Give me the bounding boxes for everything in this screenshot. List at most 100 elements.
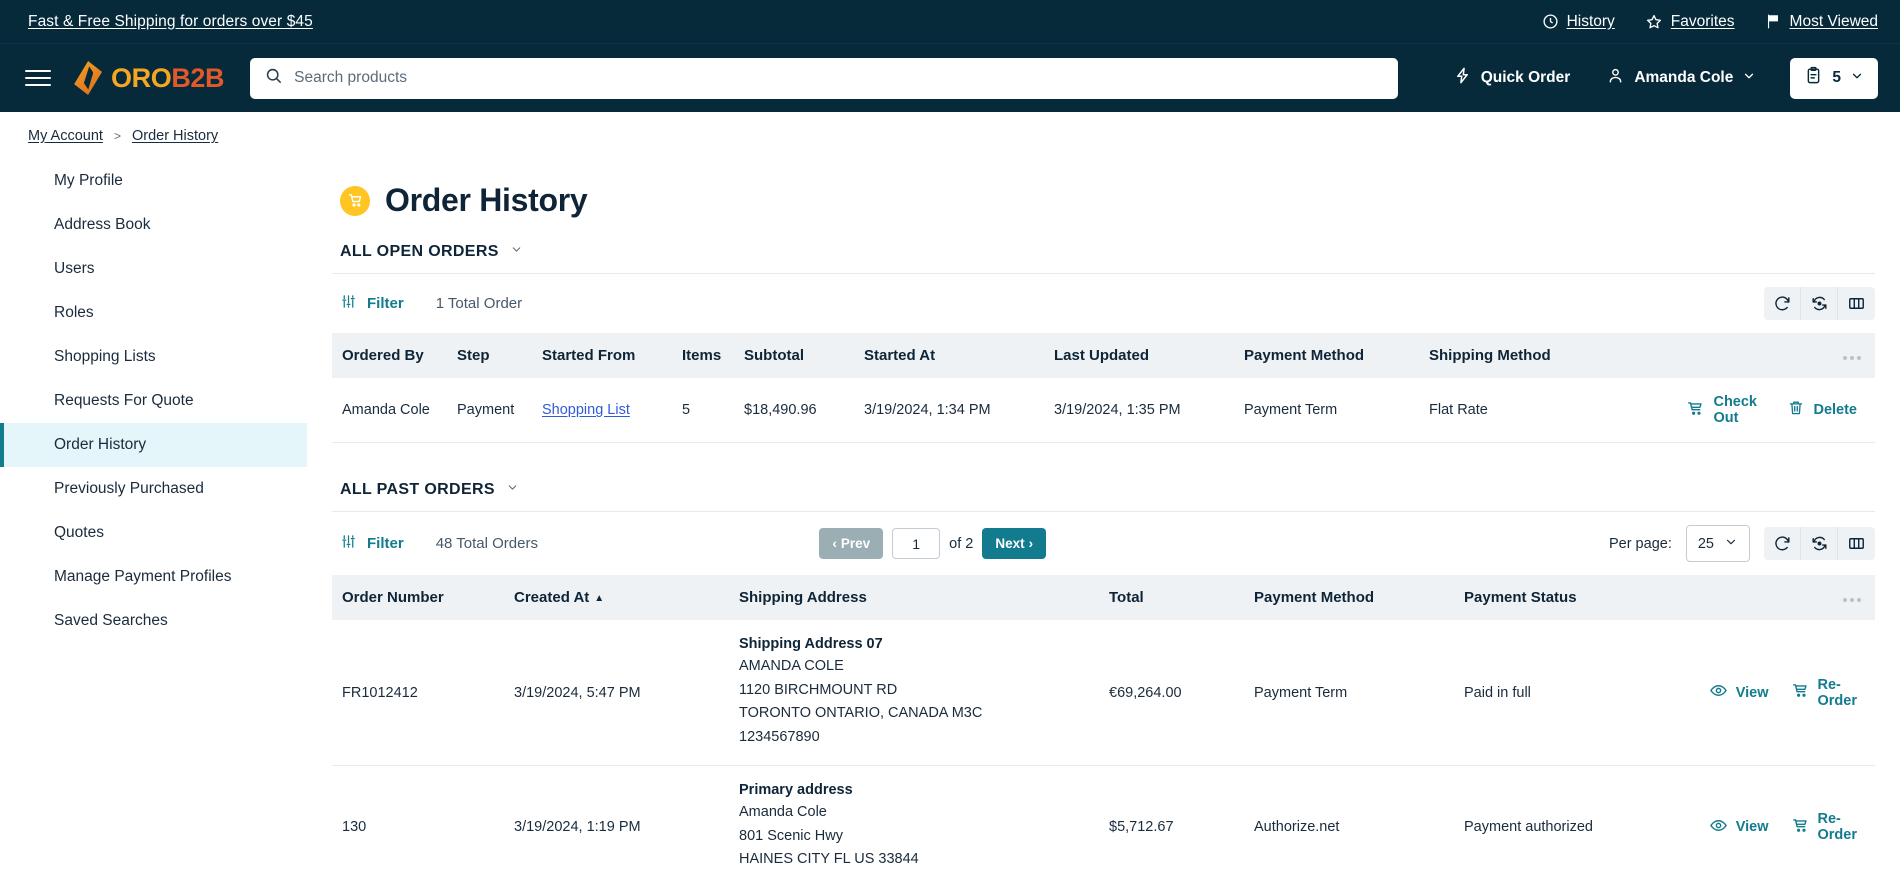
shopping-list-link[interactable]: Shopping List: [542, 402, 630, 418]
past-orders-grid: Filter 48 Total Orders ‹ Prev of 2 Next …: [332, 511, 1875, 888]
sort-ascending-icon: ▲: [594, 593, 605, 604]
promo-bar: Fast & Free Shipping for orders over $45…: [0, 0, 1900, 43]
hamburger-menu-icon[interactable]: [25, 61, 59, 95]
promo-link-most-viewed[interactable]: Most Viewed: [1765, 13, 1878, 31]
breadcrumb: My Account > Order History: [0, 112, 1900, 156]
delete-button[interactable]: Delete: [1787, 399, 1857, 421]
promo-link-favorites-label: Favorites: [1670, 12, 1735, 30]
column-header-payment-method[interactable]: Payment Method: [1254, 575, 1464, 621]
column-header-items[interactable]: Items: [682, 333, 744, 378]
cell-payment-method: Payment Term: [1254, 620, 1464, 767]
sidebar-item-label: Saved Searches: [54, 612, 168, 629]
re-order-button[interactable]: Re-Order: [1791, 811, 1857, 843]
column-header-total[interactable]: Total: [1109, 575, 1254, 621]
column-header-step[interactable]: Step: [457, 333, 542, 378]
quick-order-button[interactable]: Quick Order: [1435, 66, 1589, 90]
open-order-row-actions: Check Out Delete: [1594, 394, 1867, 426]
section-all-open-orders-toggle[interactable]: ALL OPEN ORDERS: [340, 243, 1875, 261]
prev-page-button[interactable]: ‹ Prev: [819, 528, 884, 560]
clipboard-icon: [1804, 66, 1823, 90]
eye-icon: [1709, 681, 1728, 704]
sidebar-item-shopping-lists[interactable]: Shopping Lists: [0, 335, 307, 379]
column-header-shipping-method[interactable]: Shipping Method: [1429, 333, 1594, 378]
sidebar-item-requests-for-quote[interactable]: Requests For Quote: [0, 379, 307, 423]
refresh-icon[interactable]: [1764, 287, 1801, 320]
cell-row-actions: View Re-Order: [1709, 620, 1875, 767]
flag-icon: [1765, 13, 1782, 30]
column-header-ordered-by[interactable]: Ordered By: [332, 333, 457, 378]
breadcrumb-order-history[interactable]: Order History: [132, 128, 218, 144]
reset-icon[interactable]: [1801, 287, 1838, 320]
column-header-payment-method[interactable]: Payment Method: [1244, 333, 1429, 378]
overflow-menu-icon[interactable]: [1744, 575, 1875, 621]
search-icon: [264, 66, 283, 90]
column-header-subtotal[interactable]: Subtotal: [744, 333, 864, 378]
refresh-icon[interactable]: [1764, 527, 1801, 561]
page-number-input[interactable]: [892, 528, 941, 560]
columns-icon[interactable]: [1838, 287, 1875, 320]
promo-link-history[interactable]: History: [1542, 13, 1615, 31]
search-box[interactable]: [250, 57, 1399, 99]
past-orders-total-count: 48 Total Orders: [435, 535, 538, 553]
past-orders-filter-button[interactable]: Filter: [340, 533, 404, 554]
cart-button[interactable]: 5: [1790, 57, 1878, 99]
view-label: View: [1735, 684, 1769, 701]
search-input[interactable]: [294, 69, 1385, 87]
sidebar-item-saved-searches[interactable]: Saved Searches: [0, 599, 307, 643]
column-header-started-from[interactable]: Started From: [542, 333, 682, 378]
sidebar-item-order-history[interactable]: Order History: [0, 423, 307, 467]
sidebar-item-manage-payment-profiles[interactable]: Manage Payment Profiles: [0, 555, 307, 599]
sidebar-item-my-profile[interactable]: My Profile: [0, 159, 307, 203]
open-orders-filter-button[interactable]: Filter: [340, 293, 404, 314]
open-orders-filter-label: Filter: [367, 295, 404, 312]
cell-subtotal: $18,490.96: [744, 378, 864, 444]
chevron-down-icon: [510, 243, 523, 261]
sidebar-item-label: Shopping Lists: [54, 348, 156, 365]
cell-payment-method: Authorize.net: [1254, 765, 1464, 888]
chevron-down-icon: [1724, 535, 1738, 553]
next-page-button[interactable]: Next ›: [982, 528, 1047, 560]
sidebar-item-previously-purchased[interactable]: Previously Purchased: [0, 467, 307, 511]
per-page-select[interactable]: 25: [1685, 525, 1750, 563]
table-row: FR1012412 3/19/2024, 5:47 PM Shipping Ad…: [332, 620, 1875, 767]
breadcrumb-my-account[interactable]: My Account: [28, 128, 103, 144]
sidebar-item-address-book[interactable]: Address Book: [0, 203, 307, 247]
sidebar-item-quotes[interactable]: Quotes: [0, 511, 307, 555]
sidebar-item-roles[interactable]: Roles: [0, 291, 307, 335]
cell-created-at: 3/19/2024, 1:19 PM: [514, 765, 739, 888]
pagination: ‹ Prev of 2 Next ›: [819, 528, 1047, 560]
open-orders-toolbar-right: [1764, 287, 1875, 320]
view-button[interactable]: View: [1709, 681, 1769, 704]
column-header-last-updated[interactable]: Last Updated: [1054, 333, 1244, 378]
content-area: My Profile Address Book Users Roles Shop…: [0, 156, 1900, 888]
column-header-payment-status[interactable]: Payment Status: [1464, 575, 1744, 621]
cart-icon: [1791, 681, 1810, 704]
account-menu[interactable]: Amanda Cole: [1588, 66, 1774, 90]
promo-link-favorites[interactable]: Favorites: [1645, 13, 1735, 31]
column-header-shipping-address[interactable]: Shipping Address: [739, 575, 1109, 621]
sidebar-item-label: Quotes: [54, 524, 104, 541]
oro-logo[interactable]: OROB2B: [73, 61, 225, 95]
cell-step: Payment: [457, 378, 542, 444]
promo-shipping-message[interactable]: Fast & Free Shipping for orders over $45: [28, 13, 313, 31]
sidebar-item-label: Roles: [54, 304, 94, 321]
address-title: Shipping Address 07: [739, 636, 883, 653]
address-line: Amanda Cole: [739, 804, 827, 821]
re-order-button[interactable]: Re-Order: [1791, 677, 1857, 709]
reset-icon[interactable]: [1801, 527, 1838, 561]
sidebar-item-label: Previously Purchased: [54, 480, 204, 497]
check-out-button[interactable]: Check Out: [1686, 394, 1765, 426]
column-header-created-at[interactable]: Created At ▲: [514, 575, 739, 621]
column-header-started-at[interactable]: Started At: [864, 333, 1054, 378]
view-button[interactable]: View: [1709, 816, 1769, 839]
cell-payment-method: Payment Term: [1244, 378, 1429, 444]
total-pages-label: of 2: [949, 535, 974, 552]
column-header-order-number[interactable]: Order Number: [332, 575, 514, 621]
logo-text-part1: ORO: [111, 62, 172, 93]
filter-icon: [340, 533, 357, 554]
sidebar-item-users[interactable]: Users: [0, 247, 307, 291]
columns-icon[interactable]: [1838, 527, 1875, 560]
overflow-menu-icon[interactable]: [1594, 333, 1875, 378]
address-line: 1234567890: [739, 728, 820, 745]
section-all-past-orders-toggle[interactable]: ALL PAST ORDERS: [340, 481, 1875, 499]
